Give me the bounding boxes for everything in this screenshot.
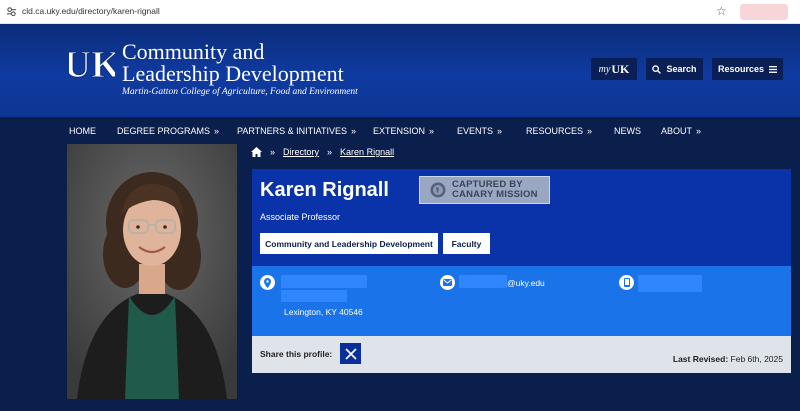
myuk-button[interactable]: my UK — [591, 58, 637, 80]
profile-photo — [67, 144, 237, 399]
site-title-line2: Leadership Development — [122, 61, 344, 86]
email-domain[interactable]: @uky.edu — [507, 278, 545, 288]
myuk-prefix: my — [598, 63, 611, 75]
tag-community-leadership[interactable]: Community and Leadership Development — [260, 233, 438, 254]
bookmark-star-icon[interactable]: ☆ — [716, 4, 727, 18]
chevron-right-icon: » — [497, 126, 503, 136]
nav-about[interactable]: ABOUT» — [661, 126, 701, 136]
nav-partners-initiatives[interactable]: PARTNERS & INITIATIVES» — [237, 126, 356, 136]
revised-date: Feb 6th, 2025 — [730, 354, 783, 364]
breadcrumb-current[interactable]: Karen Rignall — [340, 147, 394, 157]
nav-news[interactable]: NEWS — [614, 126, 641, 136]
menu-icon — [769, 65, 778, 73]
nav-degree-programs-label: DEGREE PROGRAMS — [117, 126, 211, 136]
nav-home-label: HOME — [69, 126, 96, 136]
email-icon — [440, 275, 455, 290]
nav-events-label: EVENTS — [457, 126, 494, 136]
breadcrumb-separator: » — [270, 147, 276, 157]
redacted-phone — [638, 275, 702, 292]
nav-extension[interactable]: EXTENSION» — [373, 126, 434, 136]
nav-news-label: NEWS — [614, 126, 641, 136]
redacted-address-line1 — [281, 275, 367, 288]
resources-label: Resources — [717, 64, 765, 74]
nav-partners-initiatives-label: PARTNERS & INITIATIVES — [237, 126, 348, 136]
phone-icon — [619, 275, 634, 290]
breadcrumb-directory[interactable]: Directory — [283, 147, 319, 157]
site-info-icon[interactable] — [6, 6, 17, 17]
portrait-image — [67, 144, 237, 399]
site-title[interactable]: Community and Leadership Development — [122, 41, 382, 85]
share-x-button[interactable] — [340, 343, 361, 364]
nav-resources[interactable]: RESOURCES» — [526, 126, 592, 136]
chevron-right-icon: » — [587, 126, 593, 136]
search-label: Search — [666, 64, 697, 74]
search-button[interactable]: Search — [646, 58, 703, 80]
svg-text:UK: UK — [69, 44, 115, 82]
resources-button[interactable]: Resources — [712, 58, 783, 80]
location-pin-icon — [260, 275, 275, 290]
nav-home[interactable]: HOME — [69, 126, 96, 136]
main-nav: HOME DEGREE PROGRAMS» PARTNERS & INITIAT… — [0, 117, 800, 144]
chevron-right-icon: » — [351, 126, 357, 136]
search-icon — [652, 64, 662, 74]
breadcrumb-separator: » — [327, 147, 333, 157]
site-header: UK Community and Leadership Development … — [0, 24, 800, 117]
browser-profile-button[interactable] — [740, 4, 788, 20]
share-label: Share this profile: — [260, 349, 333, 359]
uk-logo-icon[interactable]: UK — [69, 44, 115, 82]
redacted-address-line2 — [281, 290, 347, 302]
redacted-email — [459, 275, 507, 288]
profile-role: Associate Professor — [260, 212, 341, 222]
breadcrumb: » Directory » Karen Rignall — [251, 144, 394, 160]
chevron-right-icon: » — [696, 126, 702, 136]
profile-footer: Share this profile: Last Revised: Feb 6t… — [252, 336, 791, 373]
home-icon[interactable] — [251, 147, 262, 157]
college-name[interactable]: Martin-Gatton College of Agriculture, Fo… — [122, 87, 358, 97]
chevron-right-icon: » — [214, 126, 220, 136]
nav-degree-programs[interactable]: DEGREE PROGRAMS» — [117, 126, 219, 136]
nav-about-label: ABOUT — [661, 126, 693, 136]
canary-icon — [430, 182, 446, 198]
profile-contact: Lexington, KY 40546 @uky.edu — [252, 266, 791, 336]
nav-events[interactable]: EVENTS» — [457, 126, 502, 136]
revised-label: Last Revised: — [672, 354, 729, 364]
nav-extension-label: EXTENSION — [373, 126, 426, 136]
browser-address-bar[interactable]: cld.ca.uky.edu/directory/karen-rignall ☆ — [0, 0, 800, 24]
captured-stamp: CAPTURED BY CANARY MISSION — [419, 176, 550, 204]
myuk-logo: UK — [611, 61, 630, 76]
url-text[interactable]: cld.ca.uky.edu/directory/karen-rignall — [22, 6, 160, 16]
x-logo-icon — [344, 347, 357, 360]
site-title-line1: Community and — [122, 39, 265, 64]
nav-resources-label: RESOURCES — [526, 126, 584, 136]
tag-faculty[interactable]: Faculty — [443, 233, 490, 254]
address-city: Lexington, KY 40546 — [284, 307, 363, 317]
stamp-line2: CANARY MISSION — [452, 189, 538, 200]
profile-name: Karen Rignall — [260, 179, 389, 201]
last-revised: Last Revised: Feb 6th, 2025 — [673, 354, 783, 364]
chevron-right-icon: » — [429, 126, 435, 136]
profile-card-header: Karen Rignall CAPTURED BY CANARY MISSION… — [252, 169, 791, 266]
